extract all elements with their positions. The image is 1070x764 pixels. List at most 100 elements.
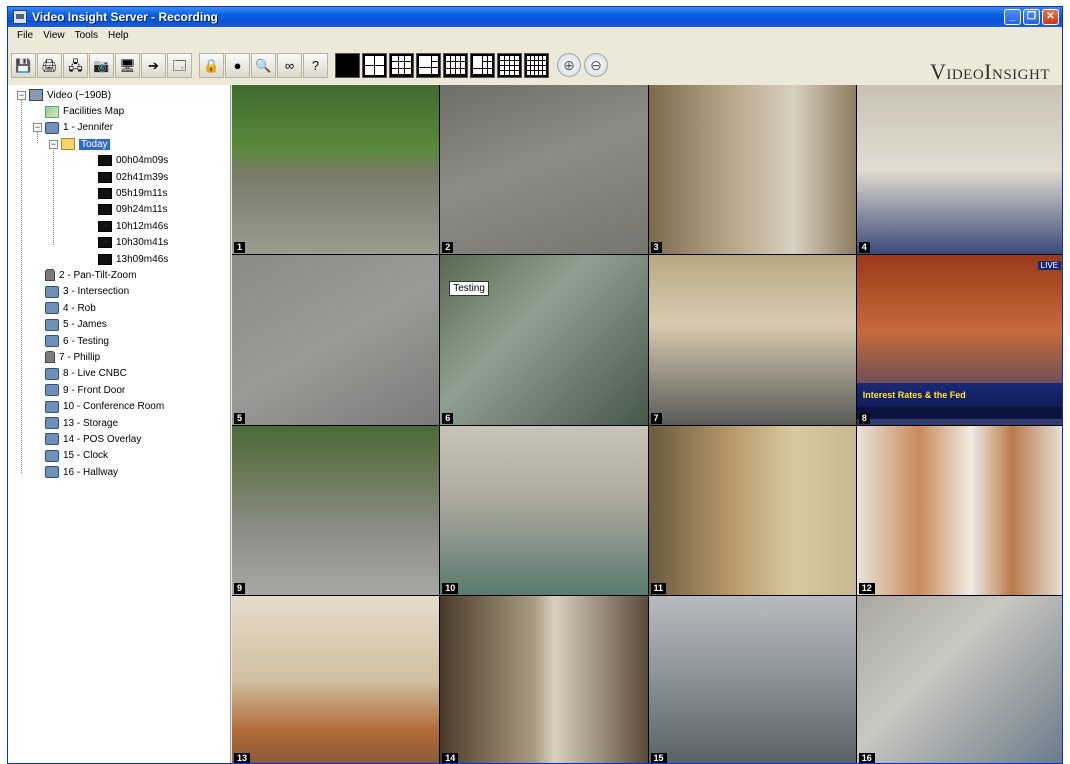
tree-item-label: Facilities Map: [63, 106, 125, 118]
search-button[interactable]: 🔍: [251, 52, 276, 78]
camera-number: 3: [650, 242, 662, 254]
camera-tile[interactable]: 2: [440, 85, 648, 255]
camera-tile[interactable]: 9: [232, 425, 440, 595]
tree-item-camera[interactable]: 16 - Hallway: [8, 464, 230, 480]
camera-tile[interactable]: 12: [856, 425, 1062, 595]
tree-item-label: 05h19m11s: [116, 188, 168, 200]
layout-1plus7-button[interactable]: [470, 52, 495, 78]
camera-icon: [45, 367, 59, 380]
tree-item-camera[interactable]: 15 - Clock: [8, 448, 230, 464]
layout-4x3-button[interactable]: [443, 52, 468, 78]
tree-root[interactable]: − Video (~190B): [8, 87, 230, 103]
camera-tile[interactable]: 1: [232, 85, 440, 255]
tree-item-today[interactable]: − Today: [8, 136, 230, 152]
layout-3x3-button[interactable]: [389, 52, 414, 78]
save-button[interactable]: 💾: [11, 52, 36, 78]
tree-item-clip[interactable]: 00h04m09s: [8, 153, 230, 169]
tree-item-clip[interactable]: 10h30m41s: [8, 235, 230, 251]
tree-item-clip[interactable]: 10h12m46s: [8, 218, 230, 234]
layout-1plus5-button[interactable]: [416, 52, 441, 78]
camera-icon: [45, 417, 59, 429]
camera-tile[interactable]: 7: [648, 255, 856, 425]
forward-icon: ➔: [148, 57, 159, 73]
tree-item-clip[interactable]: 13h09m46s: [8, 251, 230, 267]
record-icon: ●: [233, 57, 242, 73]
maximize-button[interactable]: ❐: [1023, 9, 1040, 25]
layout-2x2-button[interactable]: [362, 52, 387, 78]
network-button[interactable]: 🖧: [63, 52, 88, 78]
menu-view[interactable]: View: [38, 30, 70, 41]
tree-item-camera[interactable]: 10 - Conference Room: [8, 398, 230, 414]
camera-icon: [45, 121, 59, 134]
app-icon: [13, 10, 27, 24]
record-button[interactable]: ●: [225, 52, 250, 78]
camera-tile[interactable]: 11: [648, 425, 856, 595]
camera-tile[interactable]: 16: [856, 595, 1062, 763]
menu-help[interactable]: Help: [103, 30, 134, 41]
camera-tile[interactable]: 10: [440, 425, 648, 595]
window-button[interactable]: 🗔: [167, 52, 192, 78]
print-button[interactable]: 🖨: [37, 52, 62, 78]
ticker-strip: [856, 406, 1062, 419]
map-icon: [45, 105, 59, 118]
tree-item-clip[interactable]: 02h41m39s: [8, 169, 230, 185]
video-clip-icon: [98, 253, 112, 265]
menu-file[interactable]: File: [12, 30, 38, 41]
video-grid: 1 2 3 4 5 Testing 6 7 LIVE Interest Rates & the F…: [232, 85, 1062, 763]
camera-tile[interactable]: Testing 6: [440, 255, 648, 425]
brand-logo: VideoInsight: [929, 59, 1050, 84]
folder-icon: [61, 138, 75, 151]
ptz-camera-icon: [45, 351, 55, 364]
tree-item-camera[interactable]: 6 - Testing: [8, 333, 230, 349]
tree-item-clip[interactable]: 05h19m11s: [8, 185, 230, 201]
camera-settings-icon: 📷: [93, 57, 110, 73]
tree-item-camera[interactable]: 13 - Storage: [8, 415, 230, 431]
menu-tools[interactable]: Tools: [70, 30, 103, 41]
lock-button[interactable]: 🔒: [199, 52, 224, 78]
layout-5x4-button[interactable]: [524, 52, 549, 78]
tree-item-camera[interactable]: 8 - Live CNBC: [8, 366, 230, 382]
camera-tile[interactable]: LIVE Interest Rates & the Fed 8: [856, 255, 1062, 425]
tree-item-label: 2 - Pan-Tilt-Zoom: [59, 269, 137, 281]
tree-item-facilities-map[interactable]: Facilities Map: [8, 103, 230, 119]
layout-1x1-button[interactable]: [335, 52, 360, 78]
monitor-button[interactable]: 🖥: [115, 52, 140, 78]
tree-item-camera[interactable]: 2 - Pan-Tilt-Zoom: [8, 267, 230, 283]
minimize-button[interactable]: _: [1004, 9, 1021, 25]
lock-icon: 🔒: [203, 57, 220, 73]
collapse-icon[interactable]: −: [33, 123, 42, 133]
tree-item-camera[interactable]: 9 - Front Door: [8, 382, 230, 398]
camera-settings-button[interactable]: 📷: [89, 52, 114, 78]
camera-tile[interactable]: 15: [648, 595, 856, 763]
tree-item-camera[interactable]: 4 - Rob: [8, 300, 230, 316]
camera-tile[interactable]: 4: [856, 85, 1062, 255]
forward-button[interactable]: ➔: [141, 52, 166, 78]
tree-item-label: 13h09m46s: [116, 253, 169, 265]
title-bar[interactable]: Video Insight Server - Recording _ ❐ ✕: [8, 7, 1062, 27]
collapse-icon[interactable]: −: [17, 90, 26, 100]
ptz-camera-icon: [45, 269, 55, 282]
camera-tile[interactable]: 13: [232, 595, 440, 763]
tree-item-label: Today: [79, 138, 110, 150]
link-button[interactable]: ∞: [277, 52, 302, 78]
camera-icon: [45, 466, 59, 479]
help-button[interactable]: ?: [303, 52, 328, 78]
tree-item-camera[interactable]: 14 - POS Overlay: [8, 431, 230, 447]
tree-item-label: 1 - Jennifer: [63, 122, 114, 134]
camera-icon: [45, 318, 59, 331]
collapse-icon[interactable]: −: [49, 139, 58, 149]
tree-item-clip[interactable]: 09h24m11s: [8, 202, 230, 218]
save-icon: 💾: [15, 57, 32, 73]
camera-tile[interactable]: 5: [232, 255, 440, 425]
camera-tile[interactable]: 3: [648, 85, 856, 255]
zoom-in-button[interactable]: ⊕: [557, 53, 581, 77]
tree-item-camera[interactable]: 7 - Phillip: [8, 349, 230, 365]
tree-item-camera[interactable]: 3 - Intersection: [8, 284, 230, 300]
camera-number: 10: [442, 582, 459, 594]
close-button[interactable]: ✕: [1042, 9, 1059, 25]
zoom-out-button[interactable]: ⊖: [584, 53, 608, 77]
tree-item-camera-1[interactable]: − 1 - Jennifer: [8, 120, 230, 136]
tree-item-camera[interactable]: 5 - James: [8, 316, 230, 332]
layout-4x4-button[interactable]: [497, 52, 522, 78]
camera-tile[interactable]: 14: [440, 595, 648, 763]
